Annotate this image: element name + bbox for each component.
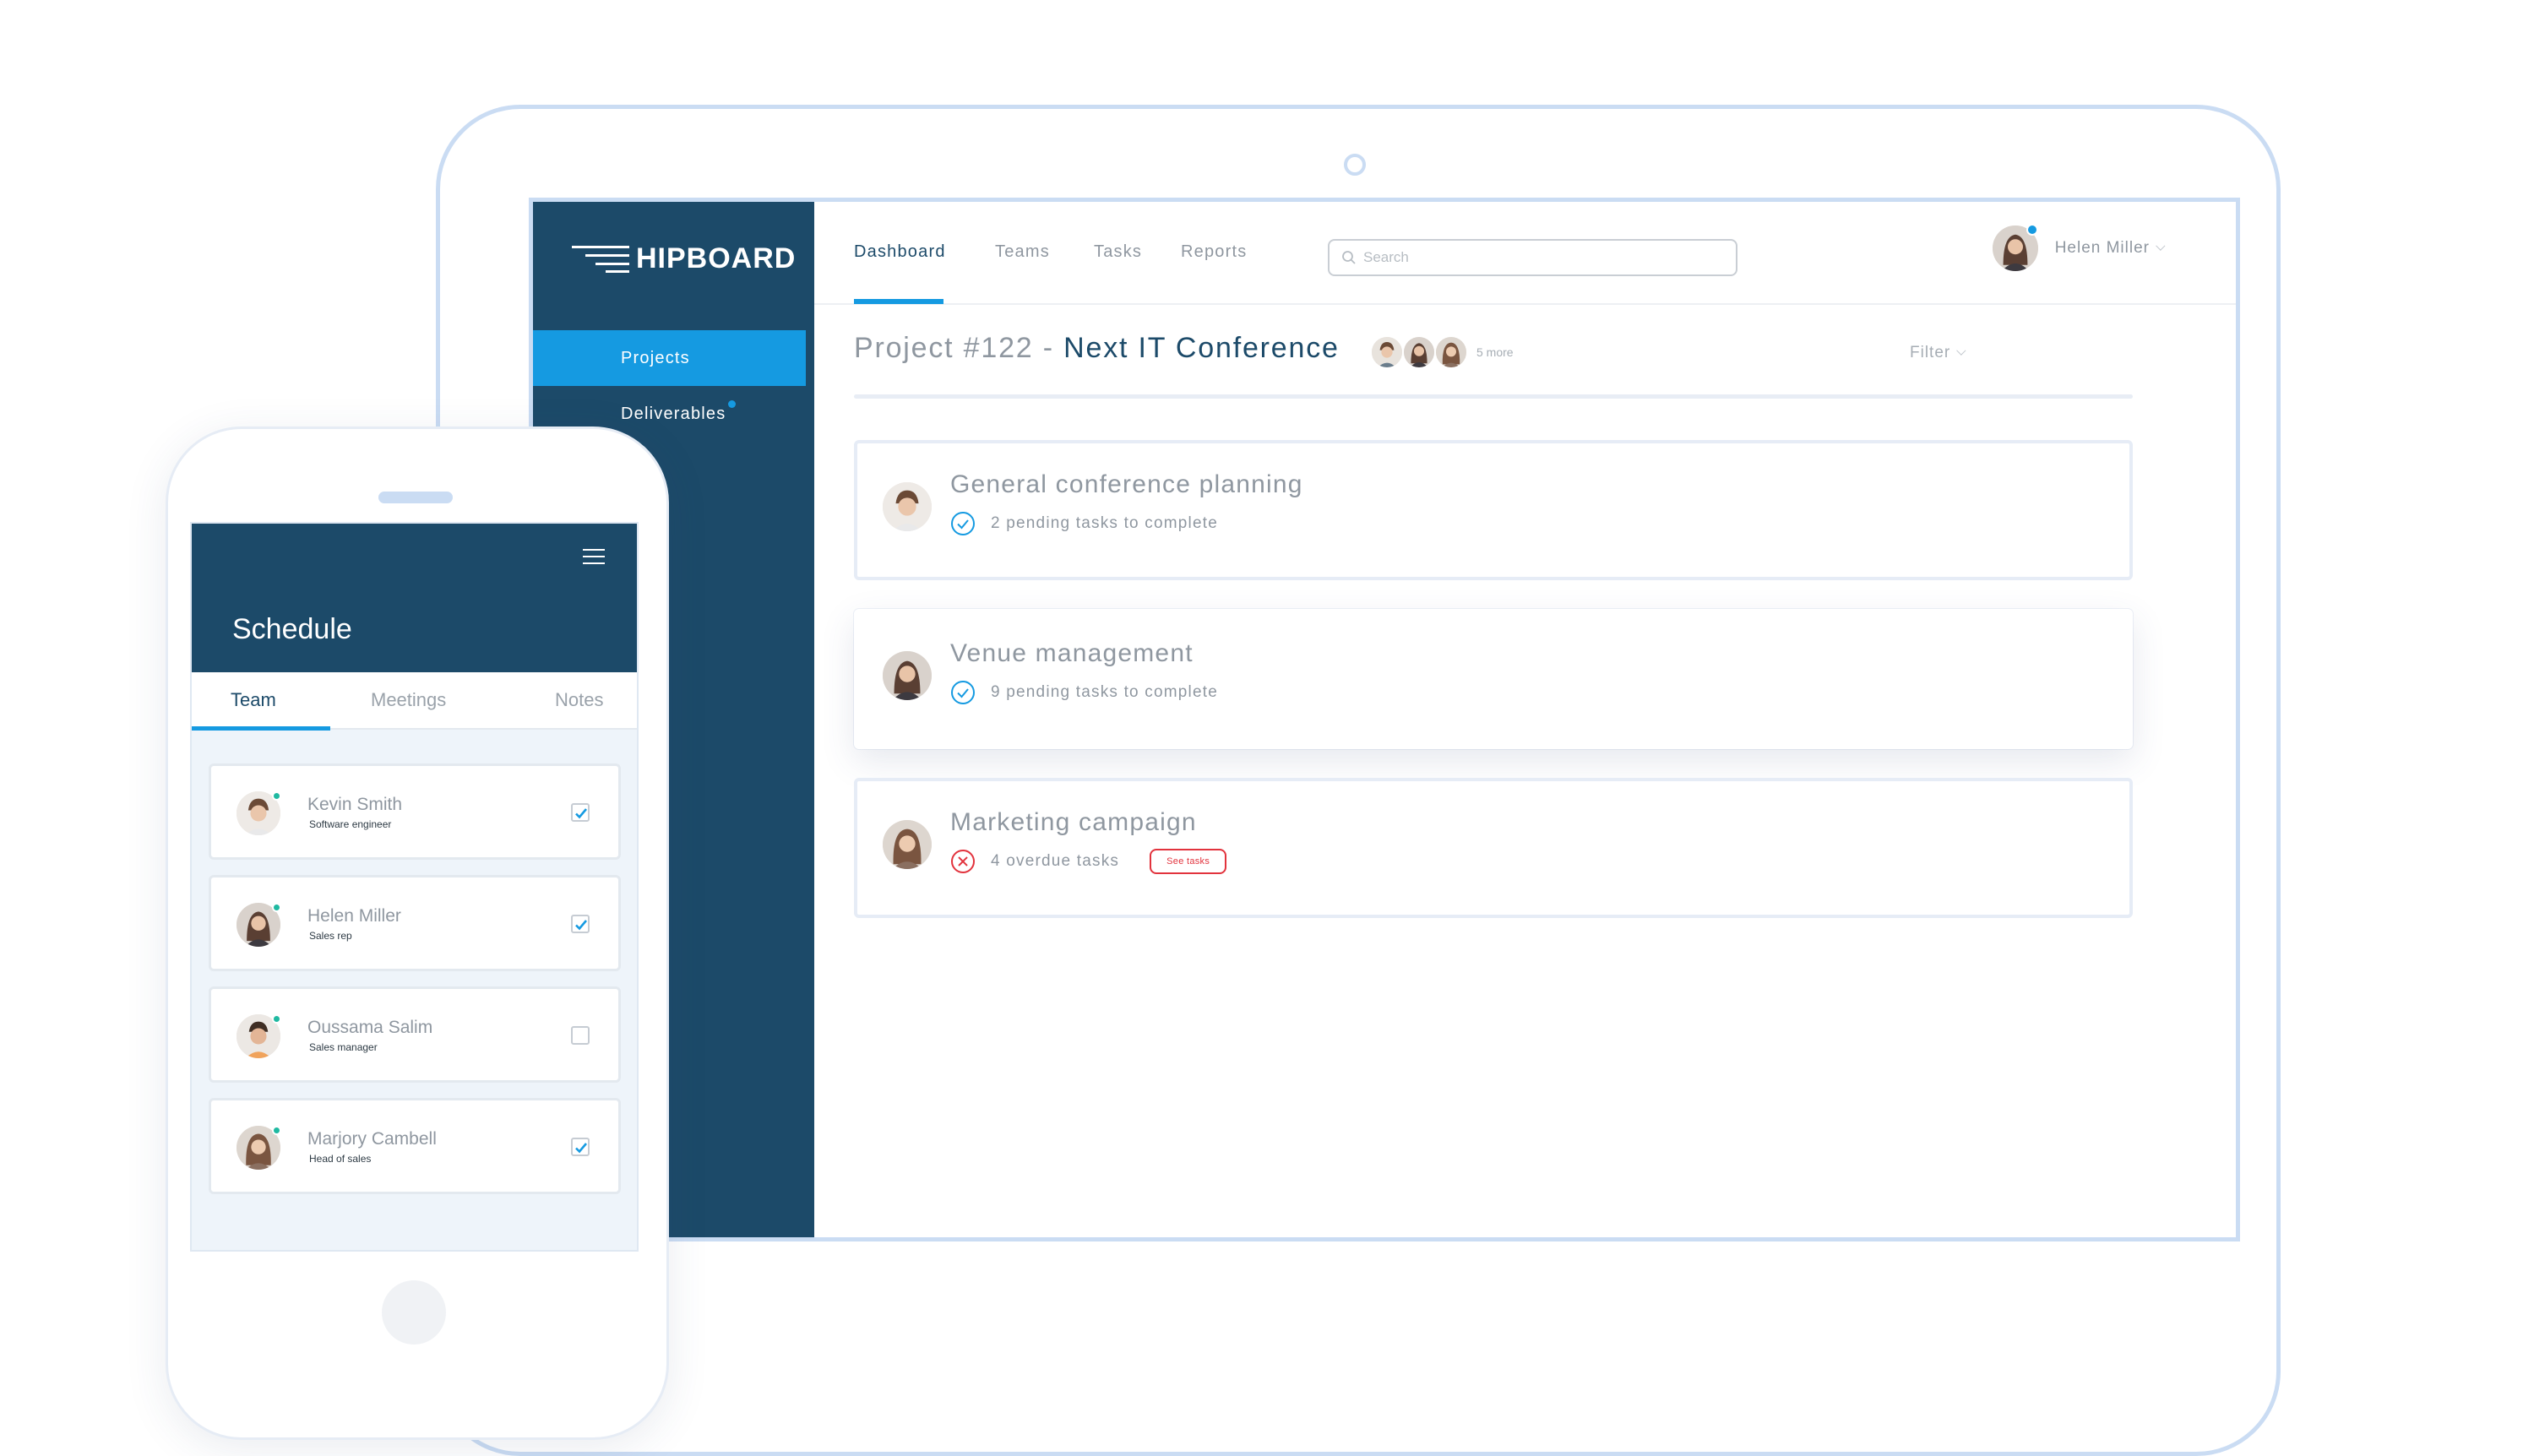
tab-tasks[interactable]: Tasks [1094,242,1142,262]
check-circle-icon [951,681,975,704]
sidebar-item-projects[interactable]: Projects [533,330,806,386]
online-indicator [272,1126,281,1135]
logo-text: HIPBOARD [636,242,797,274]
online-indicator [272,903,281,912]
project-name: Next IT Conference [1063,332,1340,364]
task-card[interactable]: Marketing campaign 4 overdue tasks See t… [854,778,2133,918]
member-name: Helen Miller [307,906,401,926]
status-text: 4 overdue tasks [991,852,1120,870]
active-tab-indicator [854,299,943,304]
member-role: Sales manager [309,1041,378,1053]
checkbox[interactable] [571,915,590,933]
phone-speaker [378,492,453,503]
phone-tabs: Team Meetings Notes [192,672,637,731]
online-indicator [272,1014,281,1024]
online-indicator [2026,224,2038,236]
dashboard-screen: HIPBOARD Projects Deliverables tics ing … [529,198,2240,1241]
member-name: Marjory Cambell [307,1129,437,1149]
active-tab-indicator [192,726,330,731]
tab-meetings[interactable]: Meetings [371,689,446,711]
list-item[interactable]: Oussama Salim Sales manager [209,986,621,1083]
project-prefix: Project #122 - [854,332,1064,364]
avatar [1402,335,1436,369]
avatar [883,482,932,531]
search-icon [1342,251,1356,264]
check-circle-icon [951,512,975,535]
hamburger-menu-icon[interactable] [583,549,605,569]
filter-dropdown[interactable]: Filter [1910,344,1966,362]
card-status: 9 pending tasks to complete [950,680,1218,705]
tab-dashboard[interactable]: Dashboard [854,242,946,262]
main-content: Project #122 - Next IT Conference 5 more… [814,305,2236,1237]
checkbox[interactable] [571,1026,590,1045]
avatar [1370,335,1404,369]
user-name: Helen Miller [2054,239,2150,257]
chevron-down-icon [2156,241,2166,251]
online-indicator [272,791,281,801]
search-placeholder: Search [1363,249,1409,265]
avatar [883,820,932,869]
card-title: Venue management [950,639,1194,667]
card-title: Marketing campaign [950,808,1197,836]
checkmark-icon [575,920,587,931]
phone-header: Schedule [192,524,637,672]
avatar [883,651,932,700]
filter-label: Filter [1910,344,1951,361]
checkbox[interactable] [571,803,590,822]
tab-team[interactable]: Team [231,689,276,711]
status-text: 9 pending tasks to complete [991,683,1218,701]
checkmark-icon [575,808,587,819]
card-status: 2 pending tasks to complete [950,511,1218,536]
top-navigation: Dashboard Teams Tasks Reports Search Hel… [814,202,2236,305]
member-role: Sales rep [309,930,352,942]
list-item[interactable]: Marjory Cambell Head of sales [209,1098,621,1194]
tab-reports[interactable]: Reports [1181,242,1247,262]
logo[interactable]: HIPBOARD [572,241,796,276]
task-card[interactable]: Venue management 9 pending tasks to comp… [854,609,2133,749]
tablet-camera [1344,154,1366,176]
user-menu[interactable]: Helen Miller [1992,224,2166,271]
phone-title: Schedule [232,613,352,645]
error-circle-icon [951,850,975,873]
home-button[interactable] [382,1280,446,1345]
list-item[interactable]: Kevin Smith Software engineer [209,763,621,860]
see-tasks-button[interactable]: See tasks [1150,849,1227,874]
tab-notes[interactable]: Notes [555,689,603,711]
project-members[interactable]: 5 more [1370,335,1514,369]
phone-screen: Schedule Team Meetings Notes Kevin Smith… [190,522,639,1252]
checkmark-icon [575,1143,587,1154]
member-role: Software engineer [309,818,392,830]
status-text: 2 pending tasks to complete [991,514,1218,532]
member-name: Kevin Smith [307,795,403,814]
members-more: 5 more [1476,345,1514,359]
chevron-down-icon [1956,345,1966,356]
divider [854,394,2133,399]
member-name: Oussama Salim [307,1018,433,1037]
logo-mark-icon [572,244,629,273]
tab-teams[interactable]: Teams [995,242,1050,262]
task-card[interactable]: General conference planning 2 pending ta… [854,440,2133,580]
list-item[interactable]: Helen Miller Sales rep [209,875,621,971]
search-input[interactable]: Search [1328,239,1737,276]
card-title: General conference planning [950,470,1303,498]
avatar [1434,335,1468,369]
card-status: 4 overdue tasks See tasks [950,849,1227,874]
sidebar-item-label: Projects [621,348,690,367]
sidebar-item-label: Deliverables [621,404,726,423]
page-title: Project #122 - Next IT Conference [854,332,1340,365]
checkbox[interactable] [571,1138,590,1156]
notification-dot [728,399,737,408]
member-role: Head of sales [309,1153,372,1165]
